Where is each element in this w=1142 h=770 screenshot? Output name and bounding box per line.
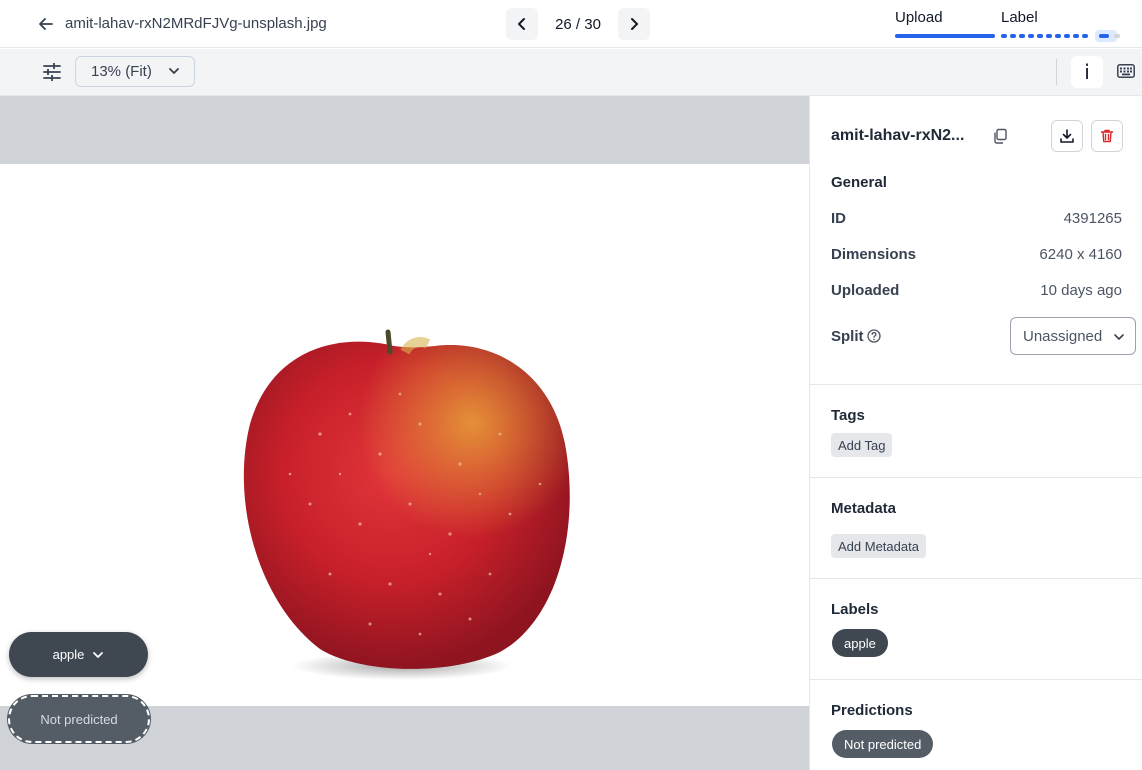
chevron-down-icon: [169, 68, 179, 74]
file-name: amit-lahav-rxN2MRdFJVg-unsplash.jpg: [65, 15, 327, 32]
panel-title: amit-lahav-rxN2...: [831, 127, 965, 144]
class-selector[interactable]: apple: [9, 632, 148, 677]
top-bar: amit-lahav-rxN2MRdFJVg-unsplash.jpg 26 /…: [0, 0, 1142, 48]
id-value: 4391265: [1063, 210, 1122, 227]
image-details-panel: amit-lahav-rxN2... General ID 4391265 Di…: [809, 96, 1142, 770]
trash-icon: [1100, 129, 1114, 143]
toolbar-divider: [1056, 59, 1057, 85]
info-button[interactable]: i: [1071, 56, 1103, 88]
download-icon: [1060, 129, 1074, 143]
previous-image-button[interactable]: [506, 8, 538, 40]
dimensions-label: Dimensions: [831, 246, 917, 263]
chevron-right-icon: [631, 18, 638, 30]
keyboard-icon[interactable]: [1117, 64, 1135, 78]
image-counter: 26 / 30: [555, 15, 601, 33]
image-pager: 26 / 30: [506, 8, 650, 40]
chevron-down-icon: [1114, 334, 1124, 340]
add-tag-button[interactable]: Add Tag: [831, 433, 893, 457]
prediction-text: Not predicted: [40, 711, 118, 727]
image-toolbar: 13% (Fit) i: [0, 49, 1142, 96]
uploaded-label: Uploaded: [831, 282, 900, 299]
predictions-heading: Predictions: [831, 702, 913, 719]
divider: [810, 477, 1142, 478]
dimensions-value: 6240 x 4160: [1039, 246, 1122, 263]
zoom-level: 13% (Fit): [91, 63, 152, 80]
general-heading: General: [831, 174, 887, 191]
zoom-select[interactable]: 13% (Fit): [75, 56, 195, 87]
step-label[interactable]: Label: [1001, 9, 1038, 26]
delete-button[interactable]: [1091, 120, 1123, 152]
divider: [810, 679, 1142, 680]
split-label: Split: [831, 328, 864, 345]
split-select[interactable]: Unassigned: [1010, 317, 1136, 355]
image-viewport[interactable]: [0, 164, 809, 706]
prediction-chip: Not predicted: [832, 730, 934, 758]
uploaded-value: 10 days ago: [1040, 282, 1122, 299]
next-image-button[interactable]: [618, 8, 650, 40]
help-circle-icon[interactable]: [867, 329, 881, 343]
id-label: ID: [831, 210, 846, 227]
metadata-heading: Metadata: [831, 500, 897, 517]
image-canvas[interactable]: apple Not predicted: [0, 96, 809, 770]
prediction-pill: Not predicted: [8, 695, 150, 743]
copy-icon[interactable]: [992, 128, 1008, 144]
upload-progress-bar: [895, 34, 995, 38]
workflow-steps: Upload Label: [895, 9, 1130, 42]
label-chip[interactable]: apple: [832, 629, 888, 657]
divider: [810, 578, 1142, 579]
step-upload[interactable]: Upload: [895, 9, 943, 26]
divider: [810, 384, 1142, 385]
chevron-down-icon: [93, 651, 104, 658]
tags-heading: Tags: [831, 407, 865, 424]
add-metadata-button[interactable]: Add Metadata: [831, 534, 926, 558]
download-button[interactable]: [1051, 120, 1083, 152]
chevron-left-icon: [518, 18, 525, 30]
back-arrow-icon[interactable]: [36, 14, 56, 34]
class-name: apple: [52, 647, 85, 662]
label-progress-bar: [1001, 30, 1142, 42]
split-value: Unassigned: [1023, 327, 1103, 345]
labels-heading: Labels: [831, 601, 879, 618]
info-icon: i: [1084, 60, 1090, 84]
sliders-icon[interactable]: [41, 61, 63, 83]
apple-photo: [243, 329, 570, 680]
